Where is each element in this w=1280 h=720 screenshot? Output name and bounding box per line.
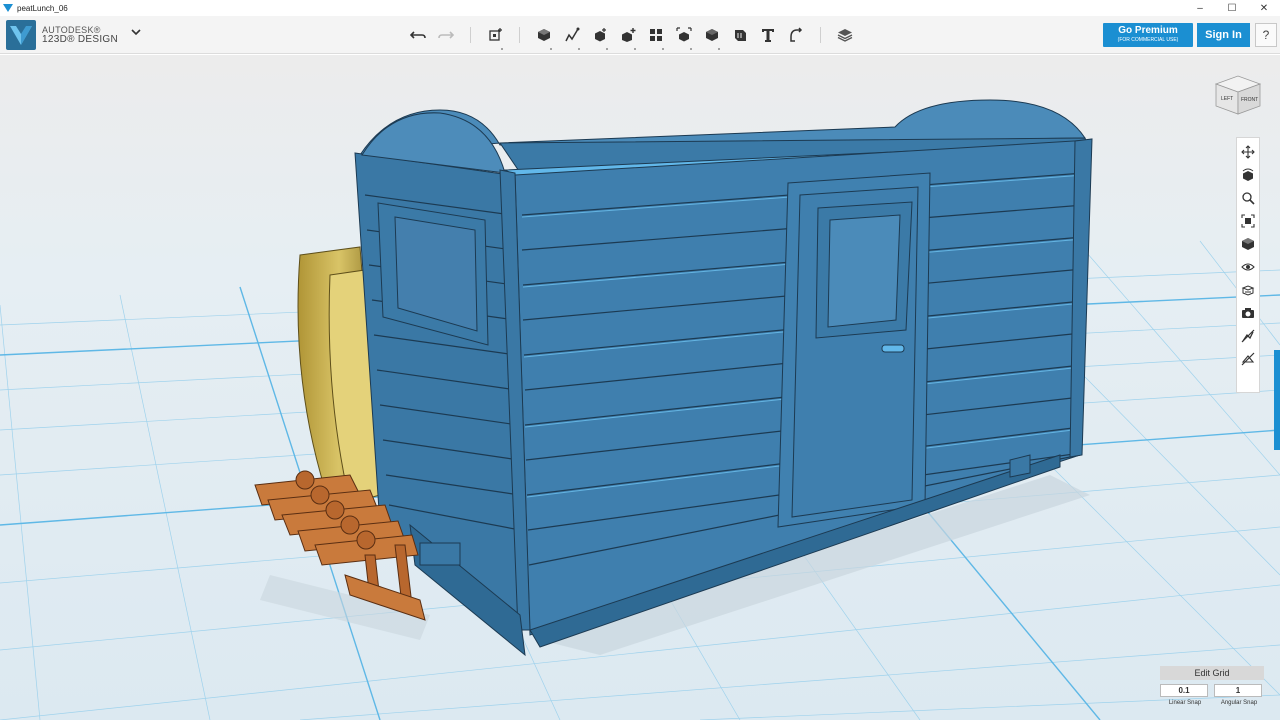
viewcube-front-label: FRONT [1241,97,1258,103]
submenu-indicator [550,48,552,50]
zoom-icon [1242,191,1255,205]
modify-icon [622,28,636,42]
submenu-indicator [662,48,664,50]
pattern-icon [650,29,662,41]
view-cube[interactable]: LEFT FRONT [1212,70,1264,118]
undo-icon [410,31,426,39]
main-toolbar: AUTODESK® 123D® DESIGN Go Premium (FOR C… [0,16,1280,54]
undo-button[interactable] [404,23,432,47]
transform-icon [489,28,502,41]
go-premium-sublabel: (FOR COMMERCIAL USE) [1117,37,1179,43]
redo-button[interactable] [432,23,460,47]
go-premium-label: Go Premium [1118,25,1178,36]
grid-panel: Edit Grid 0.1 Linear Snap 1 Angular Snap [1160,666,1264,718]
grouping-icon [676,27,692,42]
redo-icon [438,31,454,39]
toolbar-divider [470,27,471,43]
materials-outline-icon [1241,284,1255,296]
submenu-indicator [606,48,608,50]
orbit-icon [1242,168,1254,181]
help-button[interactable]: ? [1255,23,1277,47]
modify-button[interactable] [614,23,642,50]
edit-grid-button[interactable]: Edit Grid [1160,666,1264,680]
hide-mesh-icon [1241,352,1255,365]
material-icon [837,29,853,42]
zoom-button[interactable] [1237,186,1259,209]
text-icon [762,29,774,42]
combine-icon [706,29,718,41]
toolbar-divider [519,27,520,43]
transform-button[interactable] [481,23,509,50]
angular-snap-label: Angular Snap [1220,700,1258,706]
close-button[interactable]: ✕ [1248,0,1280,16]
primitives-icon [538,29,550,41]
window-title: peatLunch_06 [17,3,68,13]
snap-icon [790,27,803,42]
text-button[interactable] [754,23,782,47]
submenu-indicator [634,48,636,50]
snap-button[interactable] [782,23,810,47]
grouping-button[interactable] [670,23,698,50]
pan-button[interactable] [1237,140,1259,163]
app-icon [3,4,13,12]
brand-product: 123D® DESIGN [42,34,118,45]
go-premium-button[interactable]: Go Premium (FOR COMMERCIAL USE) [1103,23,1193,47]
viewcube-left-label: LEFT [1221,96,1233,102]
side-panel-tab[interactable] [1274,350,1280,450]
minimize-button[interactable]: – [1184,0,1216,16]
submenu-indicator [501,48,503,50]
combine-button[interactable] [698,23,726,50]
measure-icon [735,30,746,41]
app-menu[interactable]: AUTODESK® 123D® DESIGN [6,20,118,50]
linear-snap-input[interactable]: 0.1 [1160,684,1208,697]
pattern-button[interactable] [642,23,670,50]
sketch-icon [565,27,580,42]
orbit-button[interactable] [1237,163,1259,186]
app-logo-icon [6,20,36,50]
sign-in-button[interactable]: Sign In [1197,23,1250,47]
materials-outline-button[interactable] [1237,278,1259,301]
fit-icon [1241,213,1255,228]
toolbar-divider [820,27,821,43]
primitives-button[interactable] [530,23,558,50]
camera-icon [1242,307,1254,318]
measure-button[interactable] [726,23,754,47]
visibility-icon [1241,262,1255,271]
material-button[interactable] [831,23,859,47]
3d-viewport[interactable]: LEFT FRONT [0,55,1280,720]
construct-icon [595,28,606,42]
pan-icon [1241,144,1255,159]
angular-snap-input[interactable]: 1 [1214,684,1262,697]
visibility-button[interactable] [1237,255,1259,278]
hide-sketch-button[interactable] [1237,324,1259,347]
camera-button[interactable] [1237,301,1259,324]
scene-canvas [0,55,1280,720]
maximize-button[interactable]: ☐ [1216,0,1248,16]
chevron-down-icon[interactable] [130,26,142,38]
submenu-indicator [578,48,580,50]
sketch-button[interactable] [558,23,586,50]
hide-mesh-button[interactable] [1237,347,1259,370]
title-bar: peatLunch_06 – ☐ ✕ [0,0,1280,16]
tool-group [404,23,859,50]
view-button[interactable] [1237,232,1259,255]
linear-snap-label: Linear Snap [1168,700,1202,706]
hide-sketch-icon [1241,329,1255,342]
fit-button[interactable] [1237,209,1259,232]
submenu-indicator [690,48,692,50]
construct-button[interactable] [586,23,614,50]
navigation-bar [1236,137,1260,393]
submenu-indicator [718,48,720,50]
view-icon [1242,237,1254,250]
